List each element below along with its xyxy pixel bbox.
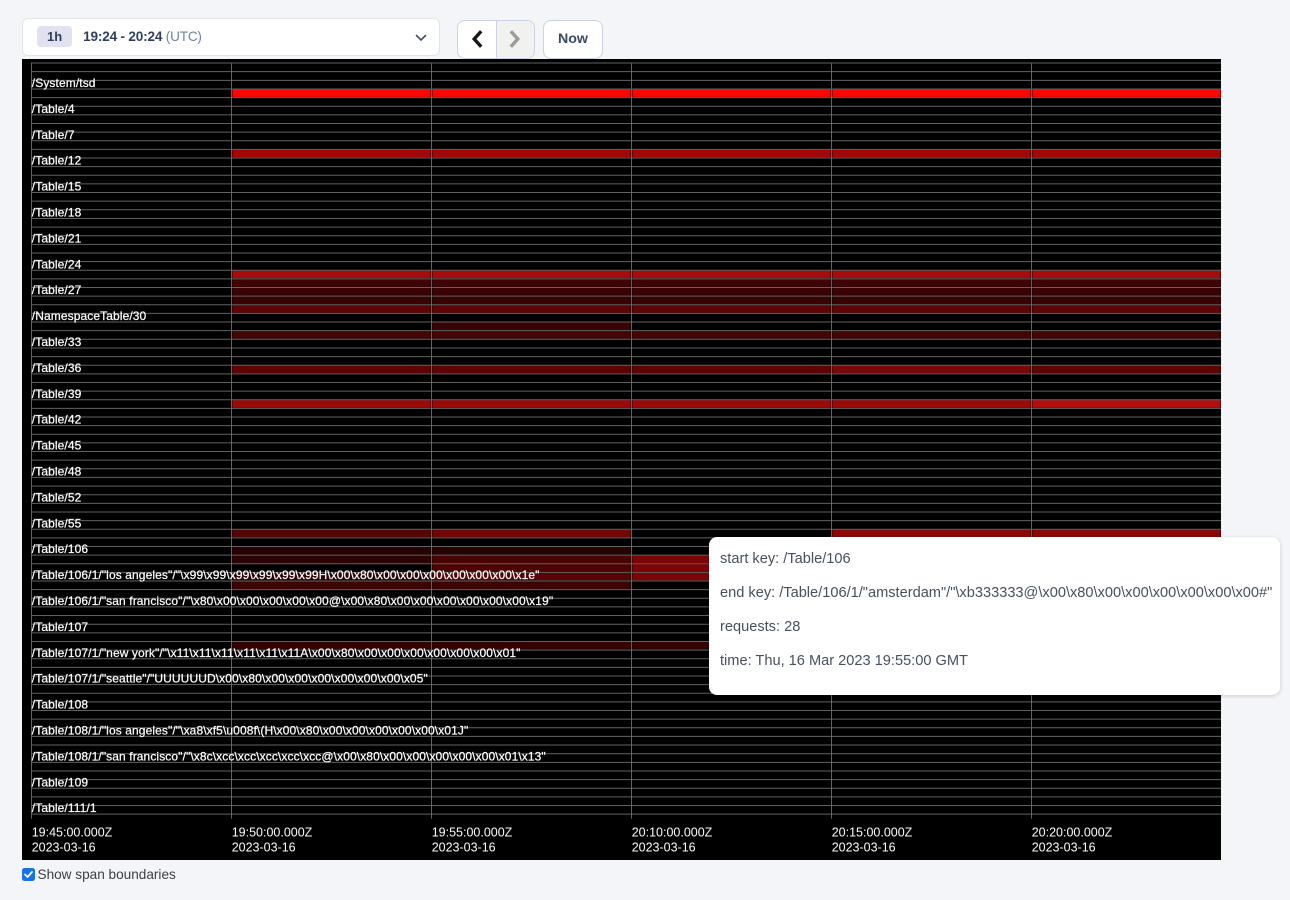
svg-text:/Table/107: /Table/107 bbox=[31, 619, 88, 633]
svg-text:/Table/24: /Table/24 bbox=[31, 257, 81, 271]
svg-text:/Table/27: /Table/27 bbox=[31, 283, 81, 297]
svg-text:2023-03-16: 2023-03-16 bbox=[231, 840, 295, 854]
svg-text:19:55:00.000Z: 19:55:00.000Z bbox=[431, 825, 512, 839]
svg-text:/Table/48: /Table/48 bbox=[31, 464, 81, 478]
svg-text:/Table/12: /Table/12 bbox=[31, 153, 81, 167]
svg-text:/Table/7: /Table/7 bbox=[31, 127, 74, 141]
svg-text:2023-03-16: 2023-03-16 bbox=[1031, 840, 1095, 854]
svg-text:/Table/106/1/"los angeles"/"\x: /Table/106/1/"los angeles"/"\x99\x99\x99… bbox=[31, 568, 539, 582]
svg-text:2023-03-16: 2023-03-16 bbox=[631, 840, 695, 854]
svg-text:20:15:00.000Z: 20:15:00.000Z bbox=[831, 825, 912, 839]
svg-text:20:10:00.000Z: 20:10:00.000Z bbox=[631, 825, 712, 839]
svg-text:/Table/109: /Table/109 bbox=[31, 775, 88, 789]
svg-text:/Table/36: /Table/36 bbox=[31, 360, 81, 374]
svg-text:/Table/106: /Table/106 bbox=[31, 542, 88, 556]
svg-text:2023-03-16: 2023-03-16 bbox=[831, 840, 895, 854]
svg-text:/Table/107/1/"seattle"/"UUUUUU: /Table/107/1/"seattle"/"UUUUUUD\x00\x80\… bbox=[31, 671, 427, 685]
svg-text:/Table/111/1: /Table/111/1 bbox=[31, 801, 96, 815]
svg-text:/Table/33: /Table/33 bbox=[31, 335, 81, 349]
svg-text:19:45:00.000Z: 19:45:00.000Z bbox=[31, 825, 112, 839]
svg-text:/Table/52: /Table/52 bbox=[31, 490, 81, 504]
svg-text:/Table/107/1/"new york"/"\x11\: /Table/107/1/"new york"/"\x11\x11\x11\x1… bbox=[31, 645, 520, 659]
svg-text:/System/tsd: /System/tsd bbox=[31, 76, 95, 90]
svg-text:/Table/108: /Table/108 bbox=[31, 697, 88, 711]
svg-text:20:20:00.000Z: 20:20:00.000Z bbox=[1031, 825, 1112, 839]
svg-text:2023-03-16: 2023-03-16 bbox=[431, 840, 495, 854]
svg-text:/Table/108/1/"los angeles"/"\x: /Table/108/1/"los angeles"/"\xa8\xf5\u00… bbox=[31, 723, 468, 737]
svg-text:/Table/15: /Table/15 bbox=[31, 179, 81, 193]
svg-text:19:50:00.000Z: 19:50:00.000Z bbox=[231, 825, 312, 839]
svg-text:/Table/4: /Table/4 bbox=[31, 101, 74, 115]
svg-text:/Table/42: /Table/42 bbox=[31, 412, 81, 426]
svg-text:/Table/39: /Table/39 bbox=[31, 386, 81, 400]
svg-text:2023-03-16: 2023-03-16 bbox=[31, 840, 95, 854]
svg-text:/Table/45: /Table/45 bbox=[31, 438, 81, 452]
svg-text:/Table/55: /Table/55 bbox=[31, 516, 81, 530]
svg-text:/Table/18: /Table/18 bbox=[31, 205, 81, 219]
svg-text:/NamespaceTable/30: /NamespaceTable/30 bbox=[31, 309, 146, 323]
svg-text:/Table/106/1/"san francisco"/": /Table/106/1/"san francisco"/"\x80\x00\x… bbox=[31, 594, 552, 608]
svg-text:/Table/108/1/"san francisco"/": /Table/108/1/"san francisco"/"\x8c\xcc\x… bbox=[31, 749, 545, 763]
svg-text:/Table/21: /Table/21 bbox=[31, 231, 81, 245]
